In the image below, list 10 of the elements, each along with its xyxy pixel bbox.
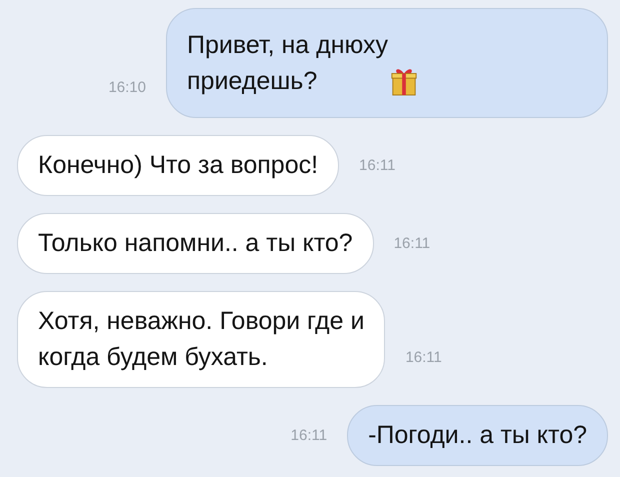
- message-text: -Погоди.. а ты кто?: [368, 420, 587, 451]
- message-time: 16:11: [359, 157, 396, 174]
- message-text: Привет, на днюху приедешь?: [187, 30, 388, 97]
- message-time: 16:11: [290, 427, 328, 444]
- message-time: 16:10: [108, 79, 146, 96]
- message-time: 16:11: [405, 349, 442, 366]
- message-text: Только напомни.. а ты кто?: [38, 228, 353, 259]
- message-text: Конечно) Что за вопрос!: [38, 150, 318, 181]
- message-time: 16:11: [394, 235, 430, 252]
- message-text: Хотя, неважно. Говори где и когда будем бухать.: [38, 306, 364, 373]
